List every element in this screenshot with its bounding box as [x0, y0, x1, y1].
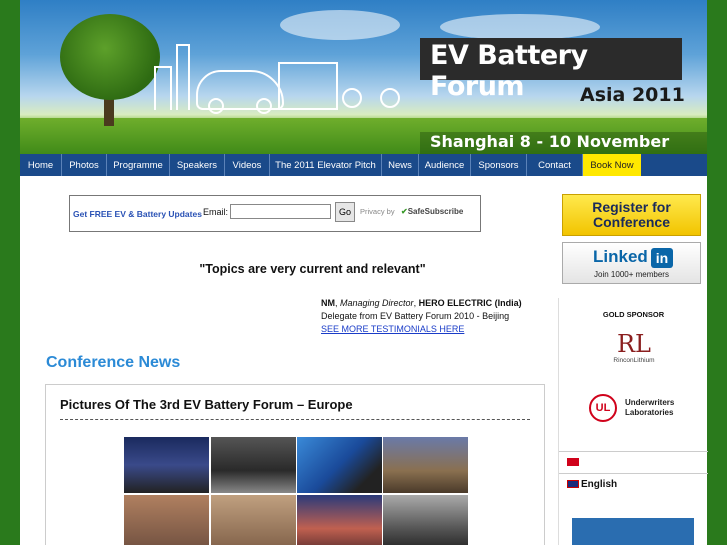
conference-photo[interactable] [297, 437, 382, 493]
safesubscribe-logo[interactable]: ✔SafeSubscribe [401, 207, 463, 216]
uk-flag-icon [567, 480, 579, 488]
author-title: Managing Director [340, 298, 414, 308]
nav-programme[interactable]: Programme [107, 154, 170, 176]
conference-photo[interactable] [124, 437, 209, 493]
rl-mark: RL [616, 330, 651, 358]
author-name: NM [321, 298, 335, 308]
language-english-label: English [581, 479, 618, 490]
rl-name: RinconLithium [613, 357, 655, 364]
event-dates: Shanghai 8 - 10 November [420, 132, 707, 155]
motorbike-wheel-icon [342, 88, 362, 108]
safesubscribe-label: SafeSubscribe [407, 207, 464, 216]
wheel-icon [208, 98, 224, 114]
site-subtitle: Asia 2011 [580, 84, 685, 106]
nav-photos[interactable]: Photos [62, 154, 107, 176]
checkmark-icon: ✔ [401, 207, 408, 216]
rincon-lithium-logo[interactable]: RL RinconLithium [604, 331, 664, 373]
conference-photo[interactable] [383, 437, 468, 493]
sponsor-panel: GOLD SPONSOR RL RinconLithium UL Underwr… [558, 298, 708, 545]
cloud-graphic [280, 10, 400, 40]
conference-photo[interactable] [297, 495, 382, 545]
conference-photo[interactable] [124, 495, 209, 545]
ul-name: Underwriters Laboratories [625, 398, 675, 417]
motorbike-wheel-icon [380, 88, 400, 108]
testimonial-quote: "Topics are very current and relevant" [199, 262, 426, 276]
sidebar-banner-image[interactable] [572, 518, 694, 545]
underwriters-laboratories-logo[interactable]: UL Underwriters Laboratories [589, 394, 689, 424]
go-button[interactable]: Go [335, 202, 355, 222]
nav-audience[interactable]: Audience [419, 154, 471, 176]
email-input[interactable] [230, 204, 331, 219]
bus-icon [278, 62, 338, 110]
subscribe-label: Get FREE EV & Battery Updates [73, 209, 202, 219]
nav-videos[interactable]: Videos [225, 154, 270, 176]
conference-photo[interactable] [211, 437, 296, 493]
nav-contact[interactable]: Contact [527, 154, 583, 176]
event-attended: Delegate from EV Battery Forum 2010 - Be… [321, 311, 510, 321]
news-post: Pictures Of The 3rd EV Battery Forum – E… [45, 384, 545, 545]
privacy-label: Privacy by [360, 207, 395, 216]
nav-news[interactable]: News [382, 154, 419, 176]
cloud-graphic [440, 14, 600, 40]
divider [60, 419, 530, 420]
wheel-icon [256, 98, 272, 114]
building-outline [154, 66, 172, 110]
nav-sponsors[interactable]: Sponsors [471, 154, 527, 176]
nav-book-now[interactable]: Book Now [583, 154, 641, 176]
register-button[interactable]: Register for Conference [562, 194, 701, 236]
building-outline [176, 44, 190, 110]
linkedin-icon: in [651, 248, 673, 268]
car-icon [196, 70, 284, 114]
news-post-title[interactable]: Pictures Of The 3rd EV Battery Forum – E… [60, 397, 353, 412]
china-flag-icon [567, 458, 579, 466]
linkedin-wordmark: Linked [593, 247, 648, 266]
language-chinese[interactable] [559, 451, 708, 473]
more-testimonials-link[interactable]: SEE MORE TESTIMONIALS HERE [321, 324, 464, 334]
news-heading: Conference News [46, 354, 181, 371]
linkedin-button[interactable]: Linked in Join 1000+ members [562, 242, 701, 284]
nav-elevator-pitch[interactable]: The 2011 Elevator Pitch [270, 154, 382, 176]
site-title: EV Battery Forum [420, 38, 682, 102]
main-nav: Home Photos Programme Speakers Videos Th… [20, 154, 707, 176]
tree-icon [60, 14, 160, 100]
gold-sponsor-heading: GOLD SPONSOR [602, 310, 665, 319]
author-company: HERO ELECTRIC (India) [418, 298, 522, 308]
nav-speakers[interactable]: Speakers [170, 154, 225, 176]
page: EV Battery Forum Asia 2011 Shanghai 8 - … [0, 0, 727, 545]
conference-photo[interactable] [211, 495, 296, 545]
ul-mark: UL [589, 394, 617, 422]
nav-home[interactable]: Home [20, 154, 62, 176]
conference-photo[interactable] [383, 495, 468, 545]
email-label: Email: [203, 207, 229, 217]
header-banner: EV Battery Forum Asia 2011 Shanghai 8 - … [20, 0, 707, 155]
testimonial-credit: NM, Managing Director, HERO ELECTRIC (In… [321, 297, 556, 336]
linkedin-members: Join 1000+ members [594, 270, 669, 279]
language-english[interactable]: English [559, 473, 708, 495]
subscribe-form: Get FREE EV & Battery Updates Email: Go … [69, 195, 481, 232]
